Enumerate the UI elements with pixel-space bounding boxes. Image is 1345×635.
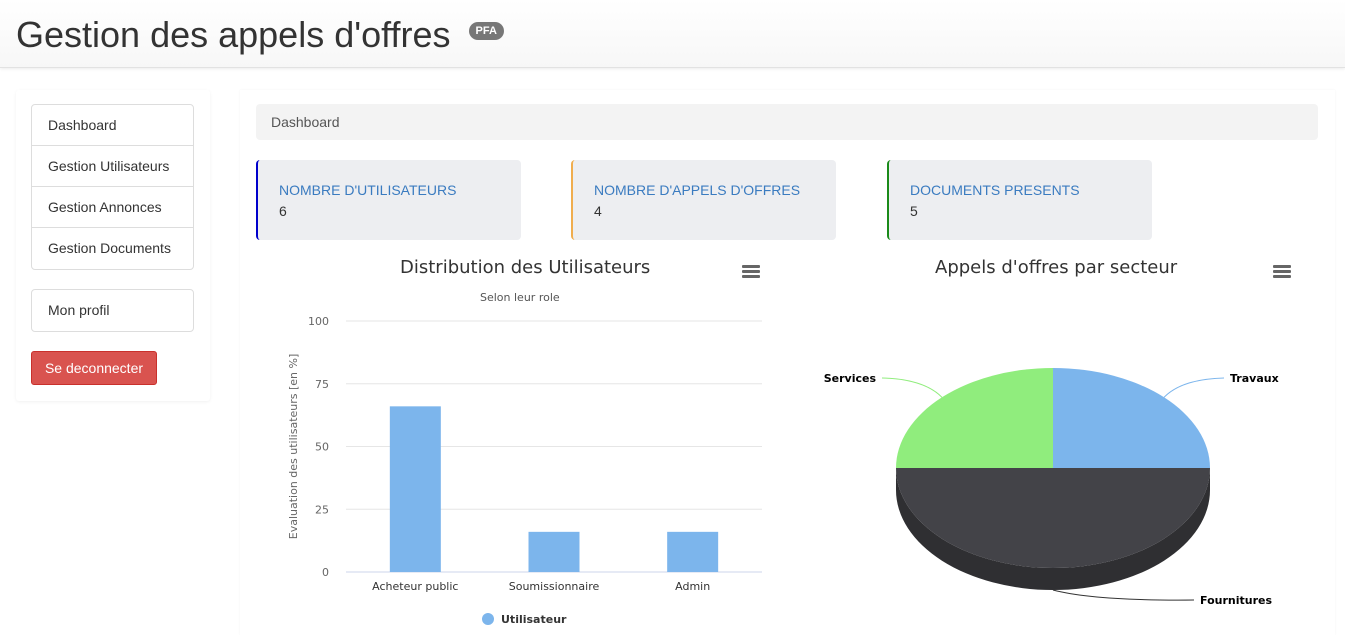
stat-label-tenders: NOMBRE D'APPELS D'OFFRES (594, 182, 801, 198)
pfa-badge: PFA (468, 22, 504, 41)
y-tick-label: 25 (315, 503, 329, 516)
stat-value-documents: 5 (910, 203, 918, 219)
sidebar: Dashboard Gestion Utilisateurs Gestion A… (16, 90, 210, 401)
y-tick-label: 75 (315, 378, 329, 391)
x-tick-label: Acheteur public (372, 580, 458, 593)
pie-connector (1163, 377, 1225, 398)
y-axis-label: Evaluation des utilisateurs [en %] (287, 354, 300, 540)
profile-link[interactable]: Mon profil (32, 290, 193, 331)
stat-card-documents: DOCUMENTS PRESENTS 5 (887, 160, 1152, 240)
x-tick-label: Admin (675, 580, 710, 593)
stat-value-tenders: 4 (594, 203, 602, 219)
sidebar-item-dashboard[interactable]: Dashboard (32, 105, 193, 146)
sidebar-item-gestion-documents[interactable]: Gestion Documents (32, 228, 193, 269)
stat-card-users: NOMBRE D'UTILISATEURS 6 (256, 160, 521, 240)
pie-chart-menu-icon[interactable] (1273, 265, 1291, 279)
stat-value-users: 6 (279, 203, 287, 219)
app-title-text: Gestion des appels d'offres (16, 14, 451, 55)
bar-chart-title: Distribution des Utilisateurs (400, 257, 651, 278)
pie-label: Fournitures (1200, 594, 1272, 607)
legend-marker (482, 613, 494, 625)
sidebar-menu: Dashboard Gestion Utilisateurs Gestion A… (31, 104, 194, 270)
bar (389, 406, 441, 572)
breadcrumb: Dashboard (256, 104, 1318, 140)
pie-label: Services (824, 372, 877, 385)
stat-card-tenders: NOMBRE D'APPELS D'OFFRES 4 (571, 160, 836, 240)
y-tick-label: 50 (315, 441, 329, 454)
bar (667, 531, 719, 572)
pie-label: Travaux (1230, 372, 1279, 385)
app-title: Gestion des appels d'offres PFA (16, 14, 504, 56)
pie-chart-title: Appels d'offres par secteur (935, 257, 1178, 278)
y-tick-label: 0 (322, 566, 329, 579)
pie-slice (1053, 368, 1210, 468)
stat-label-documents: DOCUMENTS PRESENTS (910, 182, 1080, 198)
sidebar-item-gestion-utilisateurs[interactable]: Gestion Utilisateurs (32, 146, 193, 187)
profile-menu: Mon profil (31, 289, 194, 332)
bar-chart-menu-icon[interactable] (742, 265, 760, 279)
top-navbar: Gestion des appels d'offres PFA (0, 0, 1345, 68)
stat-label-users: NOMBRE D'UTILISATEURS (279, 182, 457, 198)
pie-connector (1052, 589, 1195, 601)
pie-connector (881, 377, 943, 398)
x-tick-label: Soumissionnaire (509, 580, 600, 593)
sidebar-item-gestion-annonces[interactable]: Gestion Annonces (32, 187, 193, 228)
bar-chart: 0 25 50 75 100 Evaluation des utilisateurs [e… (287, 315, 762, 626)
pie-chart: Travaux Fournitures Services (824, 368, 1279, 607)
breadcrumb-current: Dashboard (271, 114, 340, 130)
y-tick-label: 100 (308, 315, 329, 328)
bar (528, 531, 580, 572)
legend-label: Utilisateur (501, 613, 567, 626)
logout-button[interactable]: Se deconnecter (31, 351, 157, 385)
pie-slice (896, 368, 1053, 468)
